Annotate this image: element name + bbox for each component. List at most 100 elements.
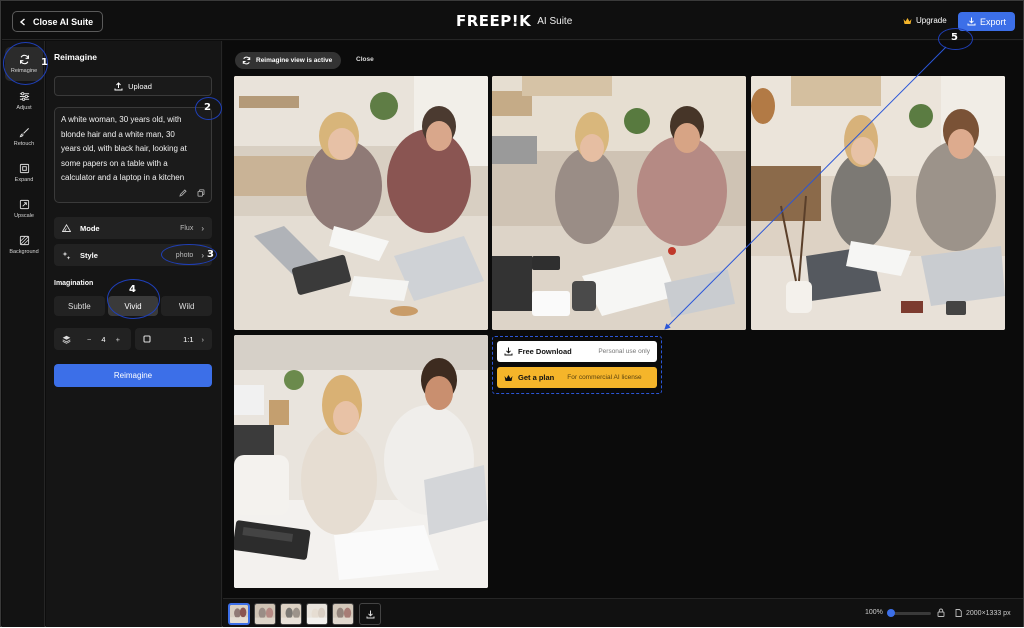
close-ai-suite-button[interactable]: Close AI Suite <box>12 11 104 32</box>
count-decrement-button[interactable]: − <box>87 335 91 344</box>
brand-subtitle: AI Suite <box>537 15 573 27</box>
thumbnail-image <box>307 604 327 624</box>
prompt-line: A white woman, 30 years old, with <box>61 115 182 124</box>
chevron-left-icon <box>19 17 25 26</box>
download-options: Free Download Personal use only Get a pl… <box>492 336 662 394</box>
thumbnail-2[interactable] <box>254 603 276 625</box>
square-icon <box>143 335 151 343</box>
free-download-label: Free Download <box>518 347 572 356</box>
freepik-logo: FREEP!K <box>456 12 532 30</box>
zoom-slider-handle[interactable] <box>887 609 895 617</box>
lock-icon[interactable] <box>937 608 945 617</box>
dimensions-text: 2000×1333 px <box>966 609 1011 617</box>
get-plan-label: Get a plan <box>518 373 555 382</box>
thumbnail-5[interactable] <box>332 603 354 625</box>
rail-item-upscale[interactable]: Upscale <box>5 192 43 226</box>
reimagine-button[interactable]: Reimagine <box>54 364 212 387</box>
reimagine-active-chip: Reimagine view is active <box>235 52 342 69</box>
prompt-line: blonde hair and a white man, 30 <box>61 129 175 139</box>
annotation-number-2: 2 <box>204 102 211 113</box>
get-plan-subtext: For commercial AI license <box>567 374 642 381</box>
reimagine-panel: Reimagine Upload A white woman, 30 years… <box>46 41 222 627</box>
upload-button[interactable]: Upload <box>54 76 212 96</box>
mode-label: Mode <box>80 223 100 233</box>
generated-image-1[interactable] <box>234 76 488 330</box>
download-all-button[interactable] <box>359 603 381 625</box>
thumbnail-image <box>333 604 353 624</box>
prompt-line: years old, with black hair, looking at <box>61 144 187 153</box>
get-plan-button[interactable]: Get a plan For commercial AI license <box>497 367 657 388</box>
thumbnail-1[interactable] <box>228 603 250 625</box>
copy-icon[interactable] <box>197 189 205 197</box>
close-ai-suite-label: Close AI Suite <box>33 16 94 27</box>
rail-item-label: Adjust <box>16 105 32 111</box>
generated-image-4[interactable] <box>234 335 488 588</box>
active-chip-label: Reimagine view is active <box>256 57 333 64</box>
download-icon <box>967 17 976 26</box>
sliders-icon <box>19 92 29 101</box>
generated-image-3[interactable] <box>751 76 1005 330</box>
bottom-bar: 100% 2000×1333 px <box>223 598 1023 627</box>
style-label: Style <box>80 250 98 260</box>
rail-item-background[interactable]: Background <box>5 228 43 262</box>
annotation-number-5: 5 <box>951 32 958 43</box>
count-increment-button[interactable]: + <box>116 335 120 344</box>
brush-icon <box>19 128 29 138</box>
close-view-button[interactable]: Close <box>356 56 374 63</box>
annotation-number-3: 3 <box>207 249 214 260</box>
annotation-number-1: 1 <box>41 57 48 68</box>
annotation-number-4: 4 <box>129 284 136 295</box>
aspect-ratio-selector[interactable]: 1:1 › <box>135 328 212 350</box>
thumbnail-4[interactable] <box>306 603 328 625</box>
generated-image-2[interactable] <box>492 76 746 330</box>
kitchen-couple-photo <box>234 76 488 330</box>
rail-item-adjust[interactable]: Adjust <box>5 84 43 118</box>
rail-item-retouch[interactable]: Retouch <box>5 120 43 154</box>
canvas-area: Reimagine view is active Close Free Down… <box>223 41 1023 598</box>
top-bar: Close AI Suite FREEP!K AI Suite Upgrade … <box>2 2 1023 40</box>
prompt-line: some papers on a table with a <box>61 158 168 168</box>
imagination-wild[interactable]: Wild <box>161 296 213 316</box>
mode-value: Flux <box>180 224 194 232</box>
upload-icon <box>114 81 123 90</box>
rail-item-label: Retouch <box>13 141 35 147</box>
count-value: 4 <box>101 334 106 344</box>
free-download-subtext: Personal use only <box>598 348 650 355</box>
app-window: Close AI Suite FREEP!K AI Suite Upgrade … <box>0 0 1024 627</box>
chevron-right-icon: › <box>201 223 204 233</box>
background-icon <box>19 235 29 246</box>
prompt-tools <box>179 189 205 197</box>
upscale-icon <box>19 199 29 210</box>
mode-selector[interactable]: Mode Flux › <box>54 217 212 239</box>
file-icon <box>955 609 962 617</box>
imagination-subtle[interactable]: Subtle <box>54 296 105 316</box>
crown-icon <box>504 374 513 381</box>
kitchen-couple-photo <box>492 76 746 330</box>
upload-label: Upload <box>128 81 152 91</box>
thumbnail-3[interactable] <box>280 603 302 625</box>
crown-icon <box>903 17 912 24</box>
rail-item-expand[interactable]: Expand <box>5 156 43 190</box>
tool-rail: Reimagine Adjust Retouch Expand Upscale … <box>2 41 45 627</box>
export-label: Export <box>979 16 1006 27</box>
upgrade-label: Upgrade <box>916 16 947 25</box>
layers-icon <box>62 335 71 344</box>
style-icon <box>62 251 71 260</box>
thumbnail-image <box>230 605 248 623</box>
expand-icon <box>19 163 29 174</box>
export-button[interactable]: Export <box>958 12 1015 31</box>
mode-icon <box>62 224 71 232</box>
free-download-button[interactable]: Free Download Personal use only <box>497 341 657 362</box>
image-count-stepper: − 4 + <box>54 328 131 350</box>
pencil-icon[interactable] <box>179 189 187 197</box>
rail-item-label: Expand <box>14 177 34 183</box>
chevron-right-icon: › <box>201 334 205 344</box>
download-icon <box>504 347 513 356</box>
image-dimensions: 2000×1333 px <box>955 609 1011 617</box>
download-icon <box>366 610 374 618</box>
thumbnail-image <box>255 604 275 624</box>
imagination-label: Imagination <box>54 280 94 287</box>
refresh-icon <box>242 56 251 65</box>
prompt-textarea[interactable]: A white woman, 30 years old, with blonde… <box>54 107 212 203</box>
upgrade-button[interactable]: Upgrade <box>903 16 947 25</box>
